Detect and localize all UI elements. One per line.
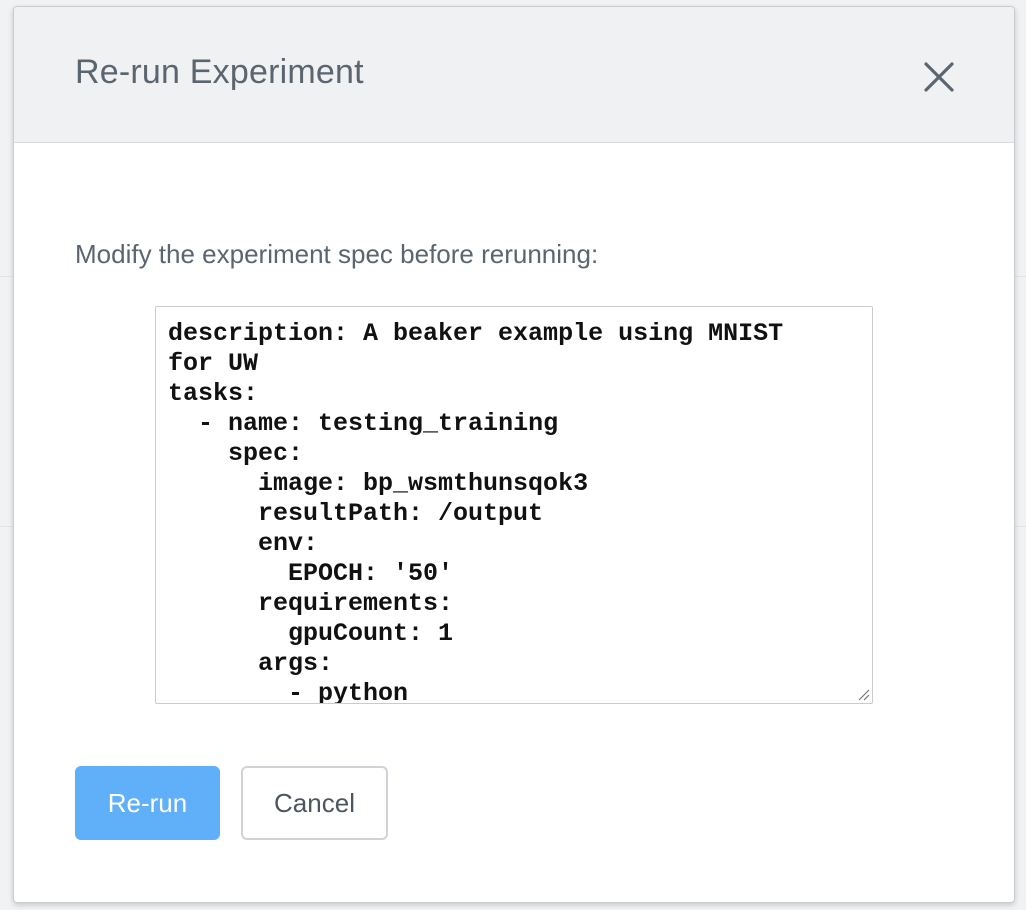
rerun-experiment-dialog: Re-run Experiment Modify the experiment … — [13, 6, 1015, 903]
dialog-title: Re-run Experiment — [75, 53, 364, 91]
spec-editor[interactable]: description: A beaker example using MNIS… — [155, 306, 873, 704]
close-icon — [924, 62, 954, 92]
spec-textarea[interactable]: description: A beaker example using MNIS… — [156, 307, 872, 703]
resize-handle-icon[interactable] — [856, 687, 870, 701]
rerun-button[interactable]: Re-run — [75, 766, 220, 840]
dialog-header: Re-run Experiment — [14, 7, 1014, 143]
close-button[interactable] — [919, 57, 959, 97]
cancel-button[interactable]: Cancel — [241, 766, 388, 840]
spec-prompt-label: Modify the experiment spec before rerunn… — [75, 239, 599, 269]
